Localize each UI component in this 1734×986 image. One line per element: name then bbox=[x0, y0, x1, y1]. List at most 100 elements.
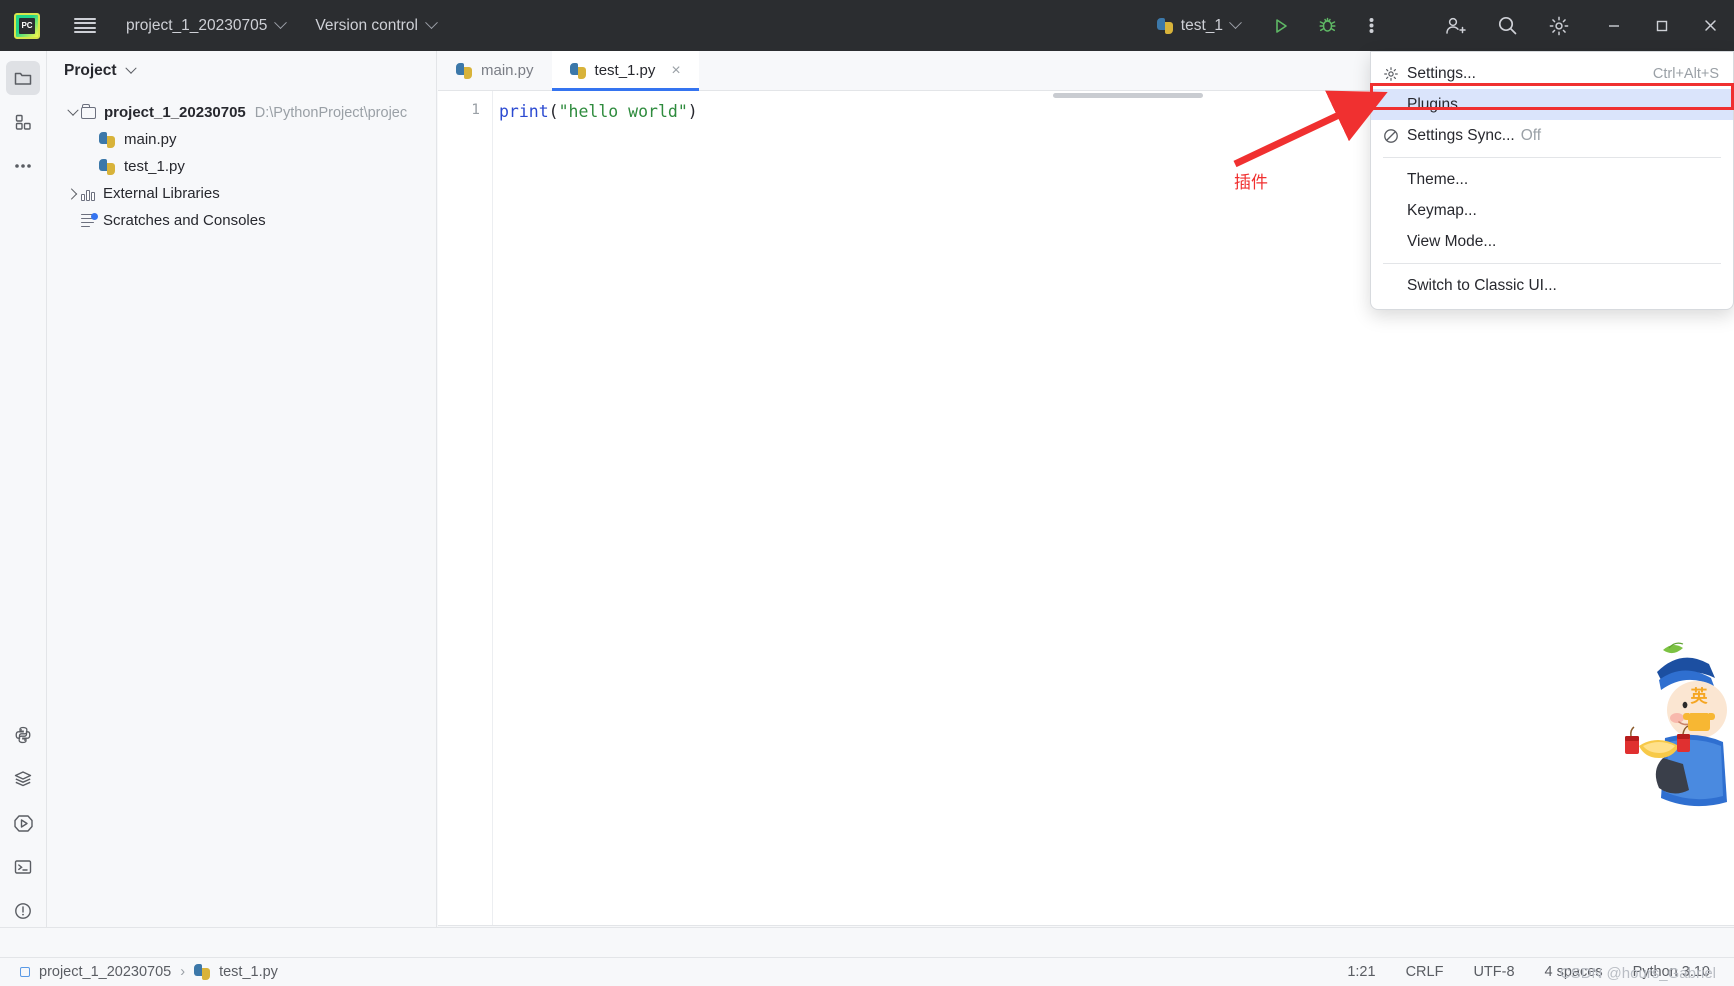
tree-row-project-root[interactable]: project_1_20230705 D:\PythonProject\proj… bbox=[47, 99, 436, 126]
code-token-function: print bbox=[499, 102, 549, 121]
menu-item-view-mode[interactable]: View Mode... bbox=[1371, 226, 1733, 257]
project-panel-title: Project bbox=[64, 62, 117, 79]
caret-position[interactable]: 1:21 bbox=[1347, 964, 1375, 980]
menu-item-label: Settings Sync... Off bbox=[1407, 127, 1719, 145]
add-user-icon bbox=[1446, 17, 1466, 34]
tree-row-test-1-py[interactable]: test_1.py bbox=[47, 153, 436, 180]
more-horizontal-icon bbox=[15, 164, 31, 168]
sidebar-item-commit[interactable] bbox=[6, 105, 40, 139]
menu-item-switch-to-classic-ui[interactable]: Switch to Classic UI... bbox=[1371, 270, 1733, 301]
line-number: 1 bbox=[471, 102, 480, 118]
menu-item-label: Plugins... bbox=[1407, 95, 1471, 113]
settings-popup-menu: Settings... Ctrl+Alt+S Plugins... Settin… bbox=[1370, 51, 1734, 310]
chevron-down-icon[interactable] bbox=[124, 62, 137, 74]
tree-path: D:\PythonProject\projec bbox=[254, 104, 408, 121]
code-token-close-paren: ) bbox=[687, 102, 698, 121]
close-icon bbox=[1704, 20, 1716, 31]
project-panel-header[interactable]: Project bbox=[47, 51, 436, 91]
breadcrumb-project-label[interactable]: project_1_20230705 bbox=[39, 964, 171, 980]
folder-icon bbox=[81, 103, 96, 119]
menu-item-settings-sync[interactable]: Settings Sync... Off bbox=[1371, 120, 1733, 151]
menu-item-theme[interactable]: Theme... bbox=[1371, 164, 1733, 195]
titlebar-right-group: test_1 bbox=[1149, 0, 1734, 51]
tree-row-main-py[interactable]: main.py bbox=[47, 126, 436, 153]
maximize-button[interactable] bbox=[1638, 0, 1686, 51]
breadcrumb-separator: › bbox=[180, 964, 186, 980]
menu-item-plugins[interactable]: Plugins... bbox=[1371, 89, 1733, 120]
settings-button[interactable] bbox=[1540, 7, 1578, 45]
interpreter-selector[interactable]: Python 3.10 bbox=[1633, 964, 1710, 980]
pycharm-window: PC project_1_20230705 Version control te… bbox=[0, 0, 1734, 986]
breadcrumb-file-label[interactable]: test_1.py bbox=[219, 964, 278, 980]
run-button[interactable] bbox=[1262, 7, 1300, 45]
line-number-gutter: 1 bbox=[438, 91, 493, 925]
main-menu-icon[interactable] bbox=[74, 17, 96, 34]
run-configuration-selector[interactable]: test_1 bbox=[1149, 13, 1248, 39]
run-configuration-label: test_1 bbox=[1180, 16, 1223, 34]
terminal-icon bbox=[14, 860, 32, 874]
editor-tab-main-py[interactable]: main.py bbox=[438, 51, 552, 90]
scratches-icon bbox=[81, 212, 98, 228]
tree-row-external-libraries[interactable]: External Libraries bbox=[47, 180, 436, 207]
version-control-dropdown[interactable]: Version control bbox=[315, 16, 438, 35]
menu-item-label: Switch to Classic UI... bbox=[1407, 276, 1557, 294]
gear-icon bbox=[1383, 66, 1407, 82]
tree-row-scratches-and-consoles[interactable]: Scratches and Consoles bbox=[47, 207, 436, 234]
expand-arrow[interactable] bbox=[65, 104, 81, 117]
status-breadcrumb: project_1_20230705 › test_1.py bbox=[0, 964, 278, 980]
chevron-down-icon bbox=[1229, 16, 1242, 30]
search-icon bbox=[1498, 16, 1516, 35]
debug-button[interactable] bbox=[1308, 7, 1346, 45]
menu-item-shortcut: Ctrl+Alt+S bbox=[1652, 65, 1719, 82]
menu-item-label: View Mode... bbox=[1407, 232, 1497, 250]
sidebar-item-run[interactable] bbox=[6, 806, 40, 840]
chevron-down-icon bbox=[274, 16, 288, 30]
minimize-button[interactable] bbox=[1590, 0, 1638, 51]
more-actions-button[interactable] bbox=[1352, 7, 1390, 45]
search-everywhere-button[interactable] bbox=[1488, 7, 1526, 45]
editor-horizontal-scrollbar[interactable] bbox=[1053, 93, 1203, 98]
sidebar-item-terminal[interactable] bbox=[6, 850, 40, 884]
menu-item-text: Settings Sync... bbox=[1407, 126, 1515, 144]
python-file-icon bbox=[456, 62, 472, 79]
add-user-button[interactable] bbox=[1436, 7, 1474, 45]
file-encoding[interactable]: UTF-8 bbox=[1473, 964, 1514, 980]
sidebar-item-more-tools[interactable] bbox=[6, 149, 40, 183]
editor-tab-test-1-py[interactable]: test_1.py × bbox=[551, 51, 699, 91]
close-button[interactable] bbox=[1686, 0, 1734, 51]
library-icon bbox=[81, 187, 96, 201]
python-file-icon bbox=[1156, 17, 1173, 34]
menu-item-keymap[interactable]: Keymap... bbox=[1371, 195, 1733, 226]
no-sync-icon bbox=[1383, 128, 1407, 144]
menu-item-settings[interactable]: Settings... Ctrl+Alt+S bbox=[1371, 58, 1733, 89]
line-separator[interactable]: CRLF bbox=[1406, 964, 1444, 980]
debug-icon bbox=[1318, 17, 1336, 32]
indent-setting[interactable]: 4 spaces bbox=[1545, 964, 1603, 980]
tree-label: Scratches and Consoles bbox=[103, 212, 266, 229]
sidebar-item-python-packages[interactable] bbox=[6, 718, 40, 752]
run-tool-icon bbox=[13, 814, 33, 832]
project-tree: project_1_20230705 D:\PythonProject\proj… bbox=[47, 91, 436, 234]
sidebar-item-project[interactable] bbox=[6, 61, 40, 95]
bottom-breadcrumb-strip bbox=[0, 927, 1734, 957]
collapse-arrow[interactable] bbox=[65, 187, 81, 200]
menu-item-label: Theme... bbox=[1407, 170, 1469, 188]
version-control-label: Version control bbox=[315, 16, 418, 34]
menu-separator bbox=[1383, 263, 1721, 264]
minimize-icon bbox=[1609, 24, 1619, 27]
project-name-label: project_1_20230705 bbox=[126, 16, 268, 34]
project-name-dropdown[interactable]: project_1_20230705 bbox=[126, 16, 288, 35]
code-token-open-paren: ( bbox=[548, 102, 559, 121]
left-tool-strip bbox=[0, 51, 47, 986]
python-file-icon bbox=[99, 131, 115, 148]
close-tab-icon[interactable]: × bbox=[671, 62, 680, 79]
sidebar-item-problems[interactable] bbox=[6, 894, 40, 928]
more-vertical-icon bbox=[1369, 18, 1373, 33]
run-icon bbox=[1276, 18, 1287, 33]
sidebar-item-database[interactable] bbox=[6, 762, 40, 796]
project-tool-window: Project project_1_20230705 D:\PythonProj… bbox=[47, 51, 437, 957]
module-icon bbox=[20, 967, 30, 977]
status-bar: project_1_20230705 › test_1.py 1:21 CRLF… bbox=[0, 957, 1734, 986]
menu-item-label: Settings... bbox=[1407, 64, 1476, 82]
status-bar-right: 1:21 CRLF UTF-8 4 spaces Python 3.10 bbox=[1347, 964, 1734, 980]
